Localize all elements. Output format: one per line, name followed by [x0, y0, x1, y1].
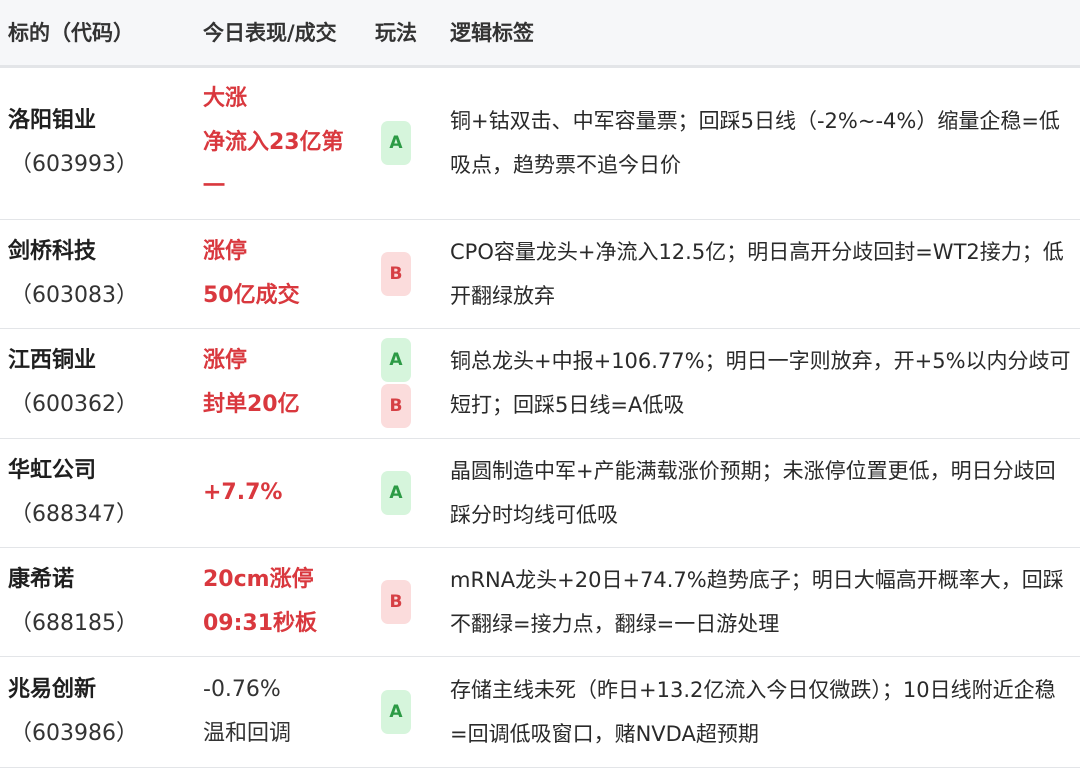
table-row: 康希诺 （688185） 20cm涨停 09:31秒板 BmRNA龙头+20日+74.7…: [0, 547, 1080, 656]
stock-table: 标的（代码） 今日表现/成交 玩法 逻辑标签 洛阳钼业 （603993） 大涨净流入…: [0, 0, 1080, 768]
stock-name: 洛阳钼业: [8, 108, 97, 133]
performance-line: 涨停: [203, 348, 248, 373]
performance-cell: 涨停 50亿成交: [195, 219, 367, 328]
header-stock: 标的（代码）: [8, 21, 134, 46]
performance-cell: -0.76% 温和回调: [195, 656, 367, 767]
stock-cell: 洛阳钼业 （603993）: [0, 66, 195, 219]
play-badge: B: [381, 579, 411, 624]
logic-cell: 存储主线未死（昨日+13.2亿流入今日仅微跌）；10日线附近企稳=回调低吸窗口，…: [450, 677, 1056, 746]
header-performance: 今日表现/成交: [203, 21, 337, 46]
table-row: 剑桥科技 （603083） 涨停 50亿成交 B CPO容量龙头+净流入12.5亿；明日高…: [0, 219, 1080, 328]
play-cell: A: [367, 66, 440, 219]
stock-cell: 康希诺 （688185）: [0, 547, 195, 656]
performance-cell: +7.7%: [195, 438, 367, 547]
logic-cell: mRNA龙头+20日+74.7%趋势底子；明日大幅高开概率大，回踩不翻绿=接力点…: [450, 567, 1064, 636]
stock-name: 江西铜业: [8, 348, 97, 373]
stock-cell: 兆易创新 （603986）: [0, 656, 195, 767]
play-cell: B: [367, 547, 440, 656]
performance-cell: 涨停封单20亿: [195, 328, 367, 438]
stock-code: （688185）: [10, 610, 138, 636]
logic-cell: 铜总龙头+中报+106.77%；明日一字则放弃，开+5%以内分歧可短打；回踩5日…: [450, 349, 1071, 417]
stock-cell: 华虹公司 （688347）: [0, 438, 195, 547]
table-header-row: 标的（代码） 今日表现/成交 玩法 逻辑标签: [0, 0, 1080, 66]
stock-cell: 剑桥科技 （603083）: [0, 219, 195, 328]
performance-line: 封单20亿: [203, 392, 300, 417]
performance-line: 净流入23亿第: [203, 130, 344, 155]
table-row: 兆易创新 （603986） -0.76% 温和回调 A 存储主线未死（昨日+13.2亿流入…: [0, 656, 1080, 767]
play-badge: A: [381, 689, 411, 734]
performance-line: 温和回调: [203, 720, 292, 746]
table-row: 江西铜业 （600362） 涨停 封单20亿 AB 铜总龙头+中报+106.77%；明日一…: [0, 328, 1080, 438]
play-badge: B: [381, 251, 411, 296]
play-cell: AB: [367, 328, 440, 438]
table-row: 华虹公司 （688347） +7.7% A 晶圆制造中军+产能满载涨价预期；未涨停位置更…: [0, 438, 1080, 547]
performance-line: 09:31秒板: [203, 610, 318, 636]
play-badge: A: [381, 338, 411, 382]
stock-name: 华虹公司: [8, 457, 97, 483]
logic-cell: 晶圆制造中军+产能满载涨价预期；未涨停位置更低，明日分歧回踩分时均线可低吸: [450, 458, 1056, 527]
logic-cell: CPO容量龙头+净流入12.5亿；明日高开分歧回封=WT2接力；低开翻绿放弃: [450, 239, 1064, 308]
header-play: 玩法: [375, 21, 417, 46]
performance-cell: 大涨净流入23亿第一: [195, 66, 367, 219]
play-badge: B: [381, 384, 411, 428]
performance-line: 一: [203, 174, 226, 199]
performance-line: -0.76%: [203, 676, 281, 702]
table-row: 洛阳钼业 （603993） 大涨净流入23亿第一 A 铜+钴双击、中军容量票；回踩5日线…: [0, 66, 1080, 219]
logic-cell: 铜+钴双击、中军容量票；回踩5日线（-2%~-4%）缩量企稳=低吸点，趋势票不追…: [450, 109, 1060, 177]
stock-name: 剑桥科技: [8, 238, 97, 264]
stock-code: （603083）: [10, 282, 138, 308]
stock-code: （603986）: [10, 720, 138, 746]
performance-line: +7.7%: [203, 479, 283, 505]
header-logic: 逻辑标签: [450, 21, 534, 46]
stock-cell: 江西铜业 （600362）: [0, 328, 195, 438]
stock-name: 兆易创新: [8, 676, 97, 702]
play-badge: A: [381, 470, 411, 515]
table-body: 洛阳钼业 （603993） 大涨净流入23亿第一 A 铜+钴双击、中军容量票；回踩5日线…: [0, 66, 1080, 767]
play-cell: A: [367, 656, 440, 767]
stock-code: （603993）: [10, 152, 138, 177]
performance-cell: 20cm涨停 09:31秒板: [195, 547, 367, 656]
play-cell: B: [367, 219, 440, 328]
stock-code: （688347）: [10, 501, 138, 527]
play-badge: A: [381, 121, 411, 165]
performance-line: 20cm涨停: [203, 566, 314, 592]
stock-code: （600362）: [10, 392, 138, 417]
play-cell: A: [367, 438, 440, 547]
stock-name: 康希诺: [8, 566, 75, 592]
performance-line: 50亿成交: [203, 282, 300, 308]
performance-line: 涨停: [203, 238, 248, 264]
performance-line: 大涨: [203, 86, 248, 111]
